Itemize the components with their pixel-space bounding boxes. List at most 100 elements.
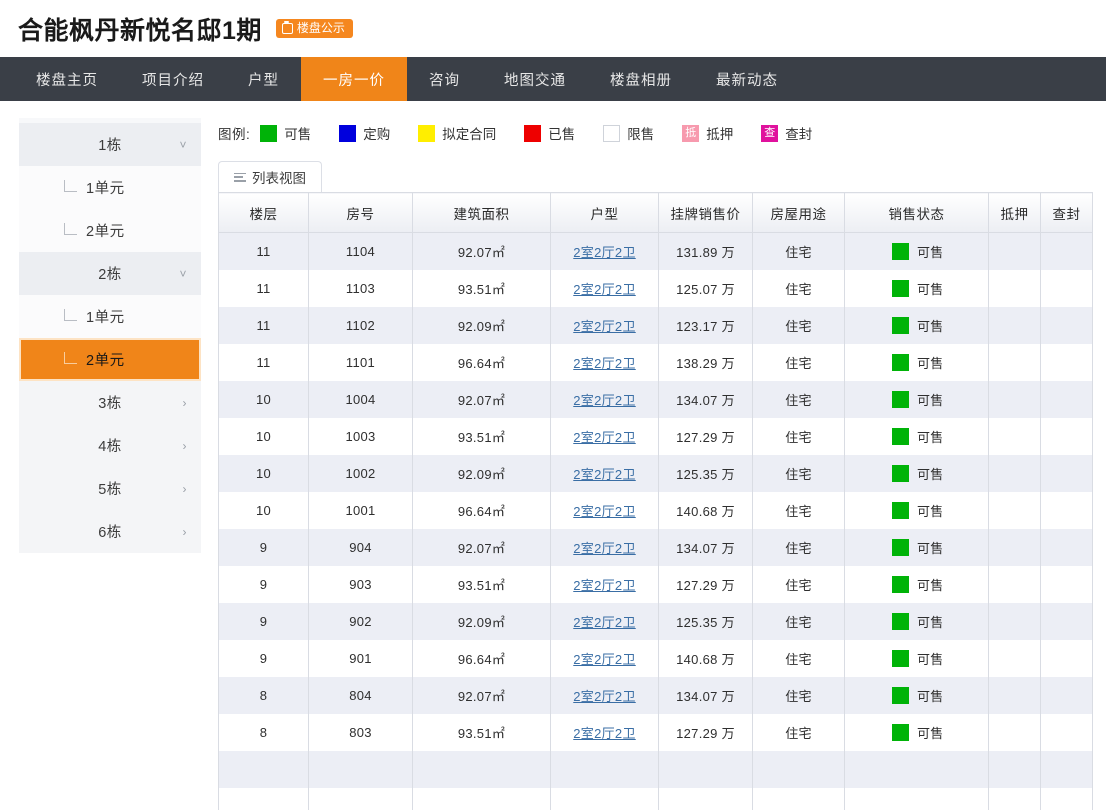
cell-layout[interactable]: 2室2厅2卫 — [550, 232, 659, 270]
layout-link[interactable]: 2室2厅2卫 — [573, 282, 636, 297]
status-label: 可售 — [917, 429, 944, 445]
nav-item-4[interactable]: 咨询 — [407, 57, 482, 101]
status-swatch-icon — [892, 279, 909, 297]
cell-room: 804 — [308, 676, 413, 714]
tree-unit-5[interactable]: 2单元 — [19, 338, 201, 381]
cell-layout[interactable]: 2室2厅2卫 — [550, 565, 659, 603]
nav-item-1[interactable]: 项目介绍 — [120, 57, 226, 101]
layout-link[interactable]: 2室2厅2卫 — [573, 467, 636, 482]
tree-building-3栋[interactable]: 3栋 › — [19, 381, 201, 424]
nav-item-2[interactable]: 户型 — [226, 57, 301, 101]
cell-layout[interactable]: 2室2厅2卫 — [550, 491, 659, 529]
nav-item-7[interactable]: 最新动态 — [694, 57, 800, 101]
cell-layout[interactable]: 2室2厅2卫 — [550, 528, 659, 566]
status-label: 可售 — [917, 614, 944, 630]
tab-list-view[interactable]: 列表视图 — [218, 161, 322, 192]
cell-floor: 11 — [218, 306, 309, 344]
cell-usage: 住宅 — [752, 528, 845, 566]
legend-swatch-icon — [260, 124, 278, 142]
cell-layout[interactable]: 2室2厅2卫 — [550, 417, 659, 455]
nav-item-5[interactable]: 地图交通 — [482, 57, 588, 101]
cell-layout[interactable]: 2室2厅2卫 — [550, 676, 659, 714]
cell-area: 93.51㎡ — [412, 713, 551, 751]
table-row: 9 903 93.51㎡ 2室2厅2卫 127.29 万住宅 可售 — [218, 565, 1093, 603]
layout-link[interactable]: 2室2厅2卫 — [573, 541, 636, 556]
table-row: 11 1102 92.09㎡ 2室2厅2卫 123.17 万住宅 可售 — [218, 306, 1093, 344]
cell-area-value: 92.07 — [457, 392, 492, 408]
layout-link[interactable]: 2室2厅2卫 — [573, 615, 636, 630]
tree-building-2栋[interactable]: 2栋 ˅ — [19, 252, 201, 295]
tree-node-label: 6栋 — [98, 525, 122, 541]
cell-layout[interactable]: 2室2厅2卫 — [550, 713, 659, 751]
cell-area: 93.51㎡ — [412, 269, 551, 307]
layout-link[interactable]: 2室2厅2卫 — [573, 726, 636, 741]
cell-area-unit: ㎡ — [491, 503, 506, 519]
cell-area-value: 92.07 — [457, 688, 492, 704]
tree-unit-1[interactable]: 1单元 — [19, 166, 201, 209]
layout-link[interactable]: 2室2厅2卫 — [573, 393, 636, 408]
cell-floor — [218, 787, 309, 810]
cell-room: 902 — [308, 602, 413, 640]
table-row: 11 1101 96.64㎡ 2室2厅2卫 138.29 万住宅 可售 — [218, 343, 1093, 381]
nav-item-0[interactable]: 楼盘主页 — [14, 57, 120, 101]
status-wrap: 可售 — [846, 501, 987, 520]
cell-layout[interactable]: 2室2厅2卫 — [550, 269, 659, 307]
tree-unit-4[interactable]: 1单元 — [19, 295, 201, 338]
cell-usage: 住宅 — [752, 491, 845, 529]
cell-layout[interactable]: 2室2厅2卫 — [550, 306, 659, 344]
cell-layout — [550, 787, 659, 810]
main-navigation: 楼盘主页 项目介绍 户型 一房一价 咨询 地图交通 楼盘相册 最新动态 — [0, 57, 1106, 101]
layout-link[interactable]: 2室2厅2卫 — [573, 430, 636, 445]
status-label: 可售 — [917, 281, 944, 297]
legend-item-定购: 定购 — [339, 123, 390, 143]
status-wrap: 可售 — [846, 686, 987, 705]
cell-area-value: 92.09 — [457, 318, 492, 334]
layout-link[interactable]: 2室2厅2卫 — [573, 652, 636, 667]
layout-link[interactable]: 2室2厅2卫 — [573, 356, 636, 371]
cell-layout[interactable]: 2室2厅2卫 — [550, 454, 659, 492]
cell-area: 92.09㎡ — [412, 602, 551, 640]
column-header-户型: 户型 — [550, 192, 659, 233]
nav-item-3[interactable]: 一房一价 — [301, 57, 407, 101]
cell-mortgage — [988, 269, 1041, 307]
status-wrap: 可售 — [846, 353, 987, 372]
tree-node-label: 2单元 — [86, 353, 125, 369]
cell-room: 903 — [308, 565, 413, 603]
cell-price — [658, 750, 753, 788]
table-header-row: 楼层 房号 建筑面积 户型 挂牌销售价 房屋用途 销售状态 抵押 查封 — [218, 192, 1093, 233]
tree-building-6栋[interactable]: 6栋 › — [19, 510, 201, 553]
cell-usage: 住宅 — [752, 639, 845, 677]
cell-layout[interactable]: 2室2厅2卫 — [550, 639, 659, 677]
cell-room: 901 — [308, 639, 413, 677]
cell-area-unit: ㎡ — [491, 318, 506, 334]
cell-layout[interactable]: 2室2厅2卫 — [550, 380, 659, 418]
cell-usage: 住宅 — [752, 380, 845, 418]
cell-seal — [1040, 417, 1093, 455]
cell-room — [308, 750, 413, 788]
column-header-楼层: 楼层 — [218, 192, 309, 233]
tree-building-4栋[interactable]: 4栋 › — [19, 424, 201, 467]
cell-status: 可售 — [844, 417, 989, 455]
cell-mortgage — [988, 602, 1041, 640]
cell-layout[interactable]: 2室2厅2卫 — [550, 602, 659, 640]
status-label: 可售 — [917, 392, 944, 408]
tree-unit-2[interactable]: 2单元 — [19, 209, 201, 252]
cell-status: 可售 — [844, 343, 989, 381]
tab-label: 列表视图 — [252, 171, 306, 186]
legend-item-label: 已售 — [548, 127, 576, 142]
status-wrap: 可售 — [846, 427, 987, 446]
layout-link[interactable]: 2室2厅2卫 — [573, 319, 636, 334]
tree-building-5栋[interactable]: 5栋 › — [19, 467, 201, 510]
nav-item-6[interactable]: 楼盘相册 — [588, 57, 694, 101]
cell-layout[interactable]: 2室2厅2卫 — [550, 343, 659, 381]
layout-link[interactable]: 2室2厅2卫 — [573, 504, 636, 519]
cell-seal — [1040, 380, 1093, 418]
cell-area: 92.09㎡ — [412, 454, 551, 492]
tree-building-1栋[interactable]: 1栋 ˅ — [19, 123, 201, 166]
column-header-挂牌销售价: 挂牌销售价 — [658, 192, 753, 233]
layout-link[interactable]: 2室2厅2卫 — [573, 689, 636, 704]
cell-seal — [1040, 602, 1093, 640]
layout-link[interactable]: 2室2厅2卫 — [573, 245, 636, 260]
layout-link[interactable]: 2室2厅2卫 — [573, 578, 636, 593]
column-header-销售状态: 销售状态 — [844, 192, 989, 233]
